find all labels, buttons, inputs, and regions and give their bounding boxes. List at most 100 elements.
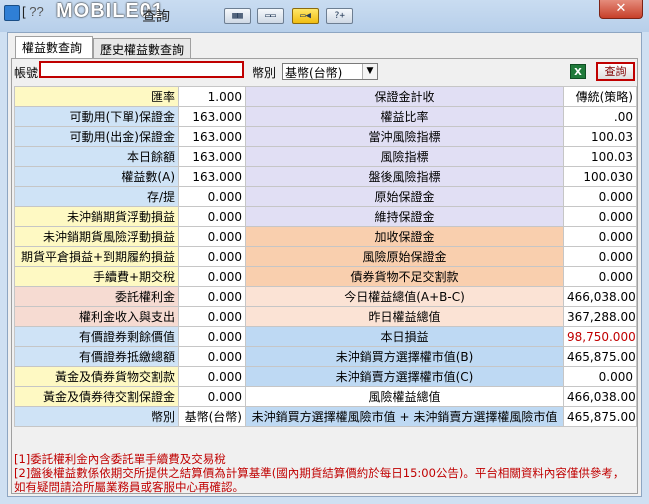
currency-select[interactable]: 基幣(台幣) ▼ xyxy=(282,63,378,80)
left-value: 0.000 xyxy=(178,246,246,267)
left-value: 0.000 xyxy=(178,226,246,247)
pin-icon: ▭◀ xyxy=(300,10,311,21)
table-row: 手續費+期交稅 0.000 債券貨物不足交割款 0.000 xyxy=(14,266,637,287)
equity-table: 匯率 1.000 保證金計收 傳統(策略) 可動用(下單)保證金 163.000 權益比率.… xyxy=(14,86,637,427)
grid-view-icon: ▦▦ xyxy=(232,10,243,21)
right-label: 本日損益 xyxy=(245,326,564,347)
left-value: 0.000 xyxy=(178,346,246,367)
query-button[interactable]: 查詢 xyxy=(596,62,635,81)
table-row: 黃金及債券待交割保證金 0.000 風險權益總值 466,038.000 xyxy=(14,386,637,407)
footnote-3: 如有疑問請洽所屬業務員或客服中心再確認。 xyxy=(14,480,244,494)
left-label: 幣別 xyxy=(14,406,179,427)
right-label: 風險指標 xyxy=(245,146,564,167)
left-value: 1.000 xyxy=(178,86,246,107)
left-label: 權利金收入與支出 xyxy=(14,306,179,327)
left-value: 0.000 xyxy=(178,366,246,387)
right-label: 未沖銷買方選擇權市值(B) xyxy=(245,346,564,367)
left-label: 委託權利金 xyxy=(14,286,179,307)
left-label: 手續費+期交稅 xyxy=(14,266,179,287)
excel-export-icon[interactable]: X xyxy=(570,64,586,79)
left-value: 163.000 xyxy=(178,146,246,167)
left-value: 0.000 xyxy=(178,306,246,327)
left-label: 權益數(A) xyxy=(14,166,179,187)
right-value: 100.03 xyxy=(563,146,637,167)
help-button[interactable]: ?+ xyxy=(326,8,353,24)
right-value: 465,875.000 xyxy=(563,346,637,367)
table-row: 幣別 基幣(台幣) 未沖銷買方選擇權風險市值 + 未沖銷賣方選擇權風險市值 465,8… xyxy=(14,406,637,427)
right-label: 債券貨物不足交割款 xyxy=(245,266,564,287)
grid-view-button[interactable]: ▦▦ xyxy=(224,8,251,24)
pin-button[interactable]: ▭◀ xyxy=(292,8,319,24)
window-restore-button[interactable]: ▭▭ xyxy=(257,8,284,24)
account-input[interactable] xyxy=(39,61,244,78)
table-row: 可動用(出金)保證金 163.000 當沖風險指標 100.03 xyxy=(14,126,637,147)
table-row: 匯率 1.000 保證金計收 傳統(策略) xyxy=(14,86,637,107)
right-value: 傳統(策略) xyxy=(563,86,637,107)
right-value: 0.000 xyxy=(563,366,637,387)
currency-selected-value: 基幣(台幣) xyxy=(285,66,343,80)
table-row: 可動用(下單)保證金 163.000 權益比率 .00 xyxy=(14,106,637,127)
table-row: 有價證券剩餘價值 0.000 本日損益 98,750.000 xyxy=(14,326,637,347)
left-value: 0.000 xyxy=(178,186,246,207)
right-value: 466,038.000 xyxy=(563,286,637,307)
left-label: 有價證券抵繳總額 xyxy=(14,346,179,367)
left-label: 匯率 xyxy=(14,86,179,107)
table-row: 委託權利金 0.000 今日權益總值(A+B-C) 466,038.000 xyxy=(14,286,637,307)
right-value: 100.030 xyxy=(563,166,637,187)
table-row: 本日餘額 163.000 風險指標 100.03 xyxy=(14,146,637,167)
left-label: 未沖銷期貨風險浮動損益 xyxy=(14,226,179,247)
client-area: 權益數查詢 歷史權益數查詢 帳號 幣別 基幣(台幣) ▼ X 查詢 匯率 1.00… xyxy=(7,32,642,497)
left-label: 黃金及債券待交割保證金 xyxy=(14,386,179,407)
left-value: 0.000 xyxy=(178,266,246,287)
right-label: 未沖銷賣方選擇權市值(C) xyxy=(245,366,564,387)
right-value: 0.000 xyxy=(563,266,637,287)
tab-equity-query[interactable]: 權益數查詢 xyxy=(15,36,93,58)
table-row: 存/提 0.000 原始保證金 0.000 xyxy=(14,186,637,207)
close-icon: ✕ xyxy=(615,1,627,16)
title-bar: [ ?? MOBILE01 查詢 ▦▦ ▭▭ ▭◀ ?+ ✕ xyxy=(0,0,649,32)
left-value: 基幣(台幣) xyxy=(178,406,246,427)
right-value: 465,875.000 xyxy=(563,406,637,427)
right-value: 0.000 xyxy=(563,226,637,247)
right-value: .00 xyxy=(563,106,637,127)
left-label: 可動用(下單)保證金 xyxy=(14,106,179,127)
tab-history-equity-query[interactable]: 歷史權益數查詢 xyxy=(93,38,191,58)
right-value: 100.03 xyxy=(563,126,637,147)
account-label: 帳號 xyxy=(14,66,39,80)
left-label: 可動用(出金)保證金 xyxy=(14,126,179,147)
table-row: 有價證券抵繳總額 0.000 未沖銷買方選擇權市值(B) 465,875.000 xyxy=(14,346,637,367)
right-label: 風險權益總值 xyxy=(245,386,564,407)
right-value: 0.000 xyxy=(563,206,637,227)
window-title: [ ?? xyxy=(22,4,44,19)
close-button[interactable]: ✕ xyxy=(599,0,643,19)
right-label: 維持保證金 xyxy=(245,206,564,227)
left-label: 期貨平倉損益+到期履約損益 xyxy=(14,246,179,267)
left-value: 163.000 xyxy=(178,106,246,127)
chevron-down-icon: ▼ xyxy=(362,64,377,79)
app-icon xyxy=(4,5,20,21)
window-restore-icon: ▭▭ xyxy=(265,10,276,21)
left-label: 存/提 xyxy=(14,186,179,207)
title-box: ?? xyxy=(29,4,44,19)
left-value: 163.000 xyxy=(178,166,246,187)
left-value: 0.000 xyxy=(178,206,246,227)
left-label: 本日餘額 xyxy=(14,146,179,167)
right-value: 367,288.000 xyxy=(563,306,637,327)
footnotes: [1]委託權利金內含委託單手續費及交易稅 [2]盤後權益數係依期交所提供之結算價… xyxy=(14,452,636,494)
table-row: 未沖銷期貨浮動損益 0.000 維持保證金 0.000 xyxy=(14,206,637,227)
right-value: 0.000 xyxy=(563,246,637,267)
table-row: 權利金收入與支出 0.000 昨日權益總值 367,288.000 xyxy=(14,306,637,327)
table-row: 期貨平倉損益+到期履約損益 0.000 風險原始保證金 0.000 xyxy=(14,246,637,267)
right-label: 風險原始保證金 xyxy=(245,246,564,267)
left-label: 未沖銷期貨浮動損益 xyxy=(14,206,179,227)
right-label: 未沖銷買方選擇權風險市值 + 未沖銷賣方選擇權風險市值 xyxy=(245,406,564,427)
right-label: 盤後風險指標 xyxy=(245,166,564,187)
table-row: 黃金及債券貨物交割款 0.000 未沖銷賣方選擇權市值(C) 0.000 xyxy=(14,366,637,387)
left-value: 0.000 xyxy=(178,286,246,307)
left-value: 163.000 xyxy=(178,126,246,147)
right-value: 0.000 xyxy=(563,186,637,207)
window-title-suffix: 查詢 xyxy=(142,9,170,25)
footnote-1: [1]委託權利金內含委託單手續費及交易稅 xyxy=(14,452,226,466)
right-label: 原始保證金 xyxy=(245,186,564,207)
right-value: 466,038.000 xyxy=(563,386,637,407)
